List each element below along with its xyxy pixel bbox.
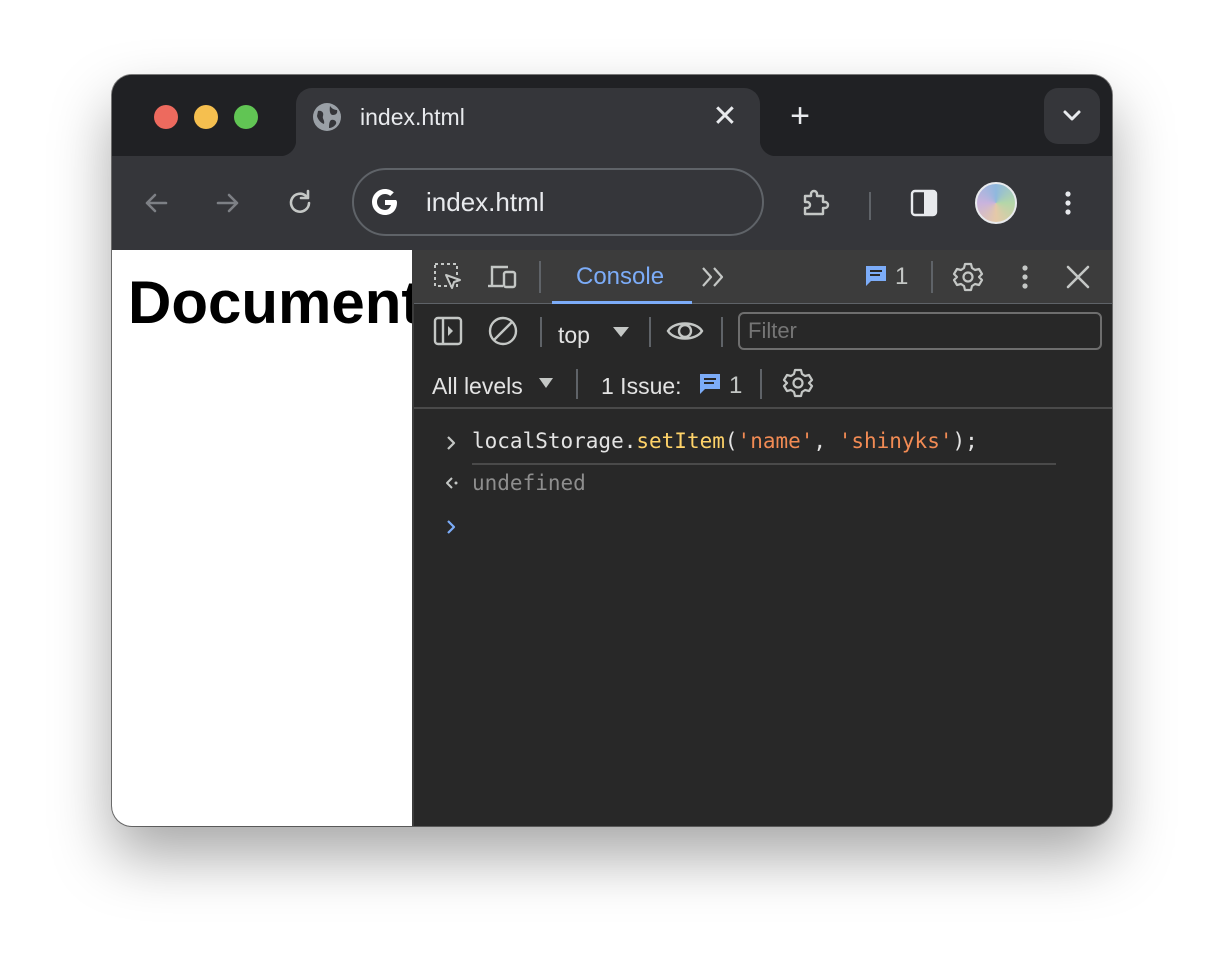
new-tab-button[interactable]: + [784, 99, 816, 133]
close-tab-icon[interactable]: ✕ [710, 102, 740, 132]
caret-down-icon [613, 327, 629, 337]
inspect-element-icon[interactable] [432, 261, 464, 293]
issues-badge-count[interactable]: 1 [729, 372, 742, 400]
close-window-button[interactable] [154, 105, 178, 129]
devtools-panel: Console 1 top Filter All levels 1 Issue:… [412, 250, 1112, 826]
console-toolbar: top All levels 1 Issue: 1 [414, 305, 1112, 409]
devtools-divider [649, 317, 651, 347]
devtools-tab-bar: Console 1 [414, 250, 1112, 304]
side-panel-icon[interactable] [908, 187, 940, 219]
code-comma: , [813, 429, 839, 453]
back-arrow-icon[interactable] [140, 187, 172, 219]
issues-link[interactable]: 1 Issue: [601, 372, 682, 400]
clear-console-icon[interactable] [487, 315, 519, 347]
console-filter-input[interactable] [738, 312, 1102, 350]
devtools-divider [540, 317, 542, 347]
devtools-divider [576, 369, 578, 399]
caret-down-icon [539, 378, 553, 388]
code-paren-close: ); [952, 429, 978, 453]
profile-avatar[interactable] [975, 182, 1017, 224]
forward-arrow-icon[interactable] [212, 187, 244, 219]
tab-console-label: Console [576, 263, 665, 290]
show-sidebar-icon[interactable] [432, 315, 464, 347]
devtools-divider [539, 261, 541, 293]
minimize-window-button[interactable] [194, 105, 218, 129]
devtools-divider [721, 317, 723, 347]
log-levels-dropdown[interactable]: All levels [432, 372, 523, 400]
devtools-divider [760, 369, 762, 399]
devtools-kebab-icon[interactable] [1009, 261, 1041, 293]
zoom-window-button[interactable] [234, 105, 258, 129]
js-context-selector[interactable]: top [558, 321, 590, 349]
devtools-divider [931, 261, 933, 293]
console-result-line: undefined [414, 463, 1112, 503]
console-input-code: localStorage.setItem('name', 'shinyks'); [472, 429, 978, 453]
tab-search-button[interactable] [1044, 88, 1100, 144]
reload-icon[interactable] [284, 187, 316, 219]
result-arrow-icon [446, 477, 458, 489]
page-viewport: Document [112, 250, 412, 826]
chevron-right-icon [447, 436, 456, 450]
console-settings-gear-icon[interactable] [782, 367, 814, 399]
chevron-right-icon [447, 520, 456, 534]
browser-tab[interactable]: index.html ✕ [280, 88, 776, 156]
tab-console[interactable]: Console [552, 250, 692, 304]
settings-gear-icon[interactable] [952, 261, 984, 293]
close-devtools-icon[interactable] [1062, 261, 1094, 293]
address-bar[interactable]: index.html [352, 168, 764, 236]
address-bar-text: index.html [426, 187, 545, 217]
tab-title: index.html [360, 104, 465, 130]
code-string-arg: 'shinyks' [838, 429, 953, 453]
issues-message-icon[interactable] [697, 371, 723, 397]
toolbar-divider [869, 192, 871, 220]
device-toolbar-icon[interactable] [486, 261, 518, 293]
tab-strip: index.html ✕ + [112, 75, 1112, 156]
code-method: setItem [636, 429, 725, 453]
browser-toolbar: index.html [112, 156, 1112, 250]
page-heading: Document [128, 269, 412, 336]
google-g-icon [372, 189, 397, 215]
chevron-down-icon [1063, 110, 1081, 121]
code-object: localStorage [472, 429, 624, 453]
issues-message-icon[interactable] [863, 263, 889, 289]
code-paren-open: ( [724, 429, 738, 453]
extensions-puzzle-icon[interactable] [800, 187, 832, 219]
globe-icon [313, 103, 341, 131]
console-result-value: undefined [472, 471, 586, 495]
console-input-line: localStorage.setItem('name', 'shinyks'); [414, 421, 1112, 465]
browser-window: index.html ✕ + index.html Document Conso… [112, 75, 1112, 826]
console-output[interactable]: localStorage.setItem('name', 'shinyks');… [414, 411, 1112, 826]
issues-count[interactable]: 1 [895, 263, 908, 291]
more-tabs-chevron-icon[interactable] [698, 261, 730, 293]
live-expression-eye-icon[interactable] [666, 315, 704, 347]
kebab-menu-icon[interactable] [1052, 187, 1084, 219]
console-prompt-line[interactable] [414, 505, 1112, 545]
code-dot: . [623, 429, 637, 453]
code-string-arg: 'name' [737, 429, 814, 453]
